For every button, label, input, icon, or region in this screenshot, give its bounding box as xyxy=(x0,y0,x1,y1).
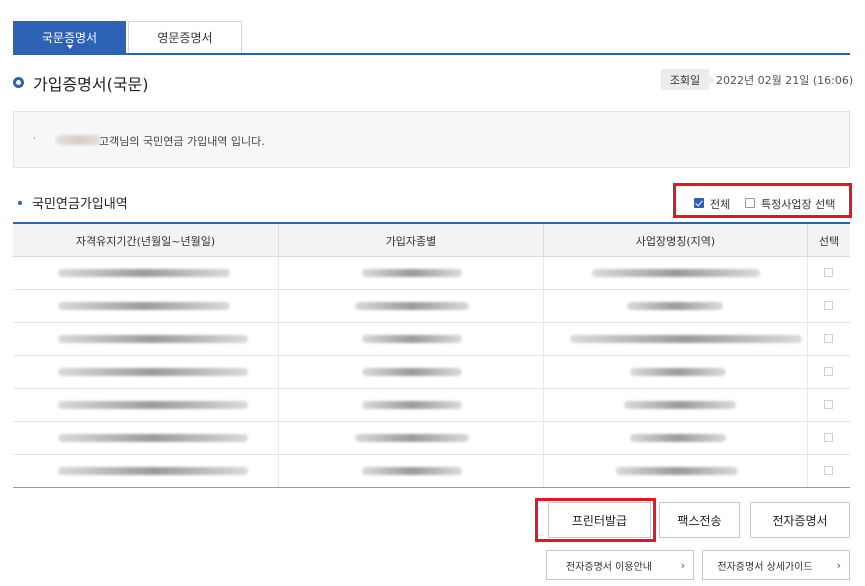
row-select-checkbox[interactable] xyxy=(824,466,833,475)
row-select-checkbox[interactable] xyxy=(824,400,833,409)
electronic-certificate-button[interactable]: 전자증명서 xyxy=(750,502,850,538)
table-row xyxy=(13,455,850,488)
specific-workplace-checkbox[interactable] xyxy=(745,198,755,208)
redacted-member-type xyxy=(362,335,462,343)
table-row xyxy=(13,290,850,323)
redacted-customer-name xyxy=(56,135,101,145)
table-header: 자격유지기간(년월일~년월일) 가입자종별 사업장명칭(지역) 선택 xyxy=(13,224,850,257)
table-row xyxy=(13,323,850,356)
table-row xyxy=(13,356,850,389)
header-member-type: 가입자종별 xyxy=(279,224,544,257)
redacted-workplace xyxy=(570,335,802,343)
table-row xyxy=(13,257,850,290)
row-select-checkbox[interactable] xyxy=(824,268,833,277)
row-select-checkbox[interactable] xyxy=(824,301,833,310)
redacted-period xyxy=(58,467,248,475)
link-label: 전자증명서 상세가이드 xyxy=(717,561,813,573)
notice-bullet: · xyxy=(33,134,36,144)
section-bullet-icon xyxy=(18,201,22,205)
redacted-workplace xyxy=(627,302,723,310)
inquiry-date-value: 2022년 02월 21일 (16:06) xyxy=(716,74,854,87)
title-ring-icon xyxy=(13,77,24,88)
certificate-tabs: 국문증명서 영문증명서 xyxy=(13,21,850,55)
redacted-period xyxy=(58,401,248,409)
header-workplace: 사업장명칭(지역) xyxy=(544,224,808,257)
notice-box: · 고객님의 국민연금 가입내역 입니다. xyxy=(13,111,850,168)
tab-korean-certificate[interactable]: 국문증명서 xyxy=(13,21,126,53)
redacted-workplace xyxy=(630,368,726,376)
specific-workplace-label[interactable]: 특정사업장 선택 xyxy=(761,196,835,212)
section-title: 국민연금가입내역 xyxy=(32,197,128,212)
page-title: 가입증명서(국문) xyxy=(33,75,149,94)
row-select-checkbox[interactable] xyxy=(824,367,833,376)
header-select: 선택 xyxy=(818,234,840,248)
header-period: 자격유지기간(년월일~년월일) xyxy=(13,224,279,257)
redacted-period xyxy=(58,269,230,277)
edoc-detail-guide-link[interactable]: 전자증명서 상세가이드 › xyxy=(702,550,850,580)
link-label: 전자증명서 이용안내 xyxy=(566,561,652,573)
fax-send-button[interactable]: 팩스전송 xyxy=(659,502,740,538)
all-checkbox-label[interactable]: 전체 xyxy=(710,196,730,212)
table-row xyxy=(13,389,850,422)
redacted-workplace xyxy=(616,467,738,475)
redacted-member-type xyxy=(355,434,469,442)
redacted-period xyxy=(58,434,248,442)
redacted-period xyxy=(58,302,230,310)
redacted-workplace xyxy=(630,434,726,442)
tab-english-certificate[interactable]: 영문증명서 xyxy=(128,21,242,53)
redacted-member-type xyxy=(362,368,462,376)
redacted-member-type xyxy=(362,401,462,409)
redacted-member-type xyxy=(355,302,469,310)
enrollment-table: 자격유지기간(년월일~년월일) 가입자종별 사업장명칭(지역) 선택 xyxy=(13,222,850,488)
chevron-right-icon: › xyxy=(680,559,685,572)
redacted-workplace xyxy=(624,401,736,409)
inquiry-date-label: 조회일 xyxy=(661,69,715,90)
print-issue-button[interactable]: 프린터발급 xyxy=(548,502,651,538)
redacted-member-type xyxy=(362,467,462,475)
all-checkbox[interactable] xyxy=(694,198,704,208)
row-select-checkbox[interactable] xyxy=(824,334,833,343)
filter-options: 전체 특정사업장 선택 xyxy=(673,183,852,218)
tab-label: 국문증명서 xyxy=(41,30,98,45)
row-select-checkbox[interactable] xyxy=(824,433,833,442)
notice-message: 고객님의 국민연금 가입내역 입니다. xyxy=(99,135,265,148)
tab-label: 영문증명서 xyxy=(157,31,213,45)
redacted-period xyxy=(58,335,248,343)
redacted-member-type xyxy=(362,269,462,277)
table-row xyxy=(13,422,850,455)
redacted-workplace xyxy=(592,269,760,277)
edoc-usage-guide-link[interactable]: 전자증명서 이용안내 › xyxy=(546,550,694,580)
caret-down-icon xyxy=(66,45,73,49)
chevron-right-icon: › xyxy=(836,559,841,572)
redacted-period xyxy=(58,368,248,376)
